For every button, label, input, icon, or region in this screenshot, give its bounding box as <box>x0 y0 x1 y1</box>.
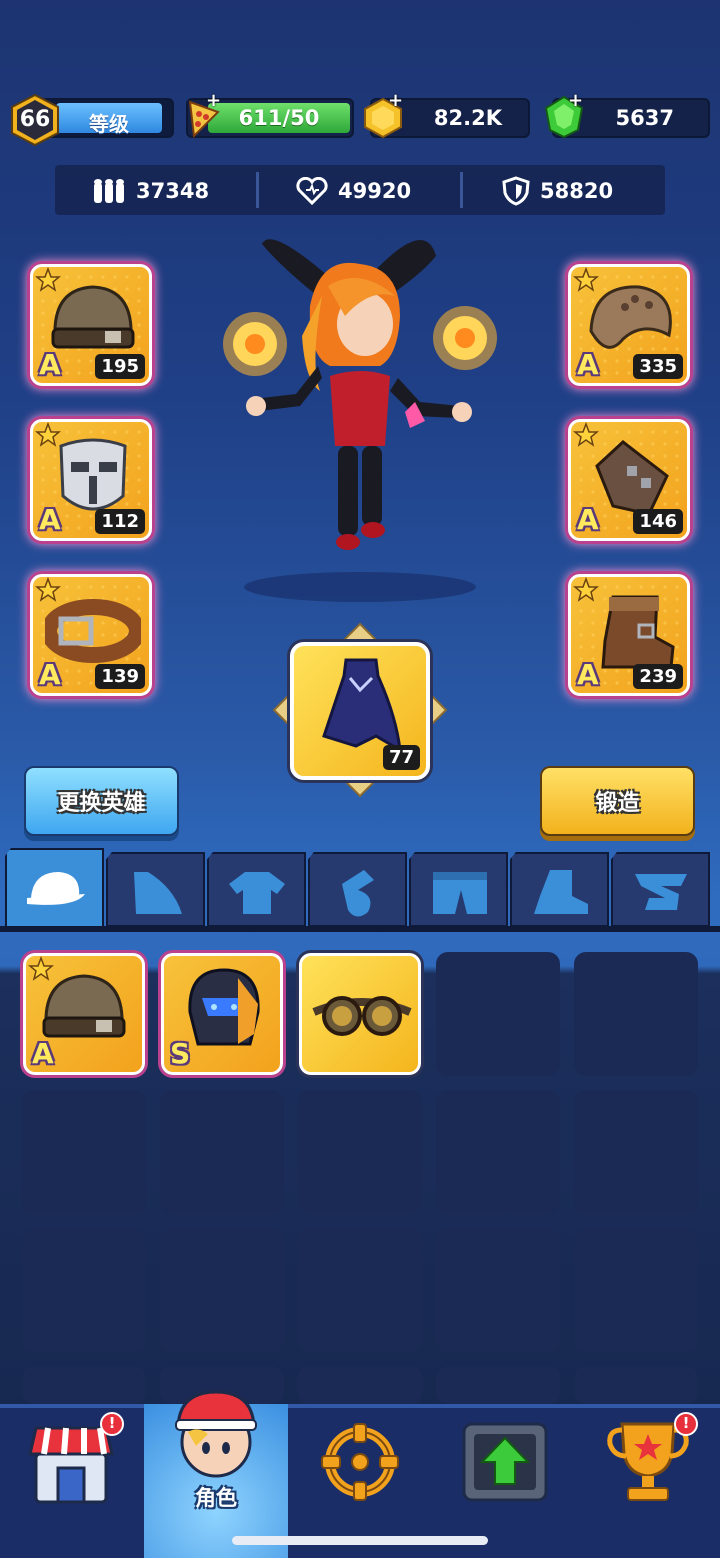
shirt-icon <box>229 872 285 914</box>
inventory-slot-empty[interactable] <box>436 1090 560 1214</box>
gems-value: 5637 <box>615 106 674 130</box>
tab-gloves[interactable] <box>308 852 407 927</box>
item-level: 139 <box>95 664 145 689</box>
inventory-slot-empty[interactable] <box>22 1366 146 1404</box>
goggles-icon <box>312 996 412 1036</box>
upgrade-icon[interactable] <box>460 1418 550 1506</box>
grade-label: A <box>39 348 61 381</box>
inventory-slot-empty[interactable] <box>298 1366 422 1404</box>
inventory-slot-empty[interactable] <box>436 1228 560 1352</box>
equip-slot-shoulder[interactable]: A 335 <box>568 264 690 386</box>
cape-icon <box>322 658 402 753</box>
inventory-item-robot-helmet[interactable]: S <box>161 953 283 1075</box>
inventory-slot-empty[interactable] <box>574 1228 698 1352</box>
grade-label: S <box>170 1037 191 1070</box>
attack-stat: 37348 <box>92 176 209 206</box>
cape-icon <box>134 872 182 914</box>
health-value: 49920 <box>338 179 412 203</box>
tabs-divider <box>0 926 720 932</box>
inventory-slot-empty[interactable] <box>22 1228 146 1352</box>
grade-label: A <box>39 503 61 536</box>
equip-slot-boots[interactable]: A 239 <box>568 574 690 696</box>
star-icon <box>35 267 61 292</box>
inventory-slot-empty[interactable] <box>22 1090 146 1214</box>
item-level: 146 <box>633 509 683 534</box>
grade-label: A <box>577 503 599 536</box>
attack-value: 37348 <box>136 179 210 203</box>
grade-label: A <box>577 348 599 381</box>
coins-value: 82.2K <box>433 106 502 130</box>
defense-value: 58820 <box>540 179 614 203</box>
robot-helmet-icon <box>188 968 260 1046</box>
tab-hat[interactable] <box>5 848 104 928</box>
item-level: 239 <box>633 664 683 689</box>
hat-icon <box>27 872 85 905</box>
add-gems-icon[interactable]: + <box>568 90 583 111</box>
grade-label: A <box>577 658 599 691</box>
health-stat: 49920 <box>296 176 411 206</box>
crosshair-icon[interactable] <box>318 1420 402 1504</box>
inventory-slot-empty[interactable] <box>436 1366 560 1404</box>
item-level: 77 <box>382 745 420 770</box>
shop-alert-badge: ! <box>100 1412 124 1436</box>
forge-button[interactable]: 锻造 <box>540 766 695 836</box>
equip-slot-gloves[interactable]: A 146 <box>568 419 690 541</box>
inventory-slot-empty[interactable] <box>160 1090 284 1214</box>
tab-belt[interactable] <box>611 852 710 927</box>
item-level: 112 <box>95 509 145 534</box>
level-label: 等级 <box>89 112 129 136</box>
equip-slot-mask[interactable]: A 112 <box>30 419 152 541</box>
tab-shirt[interactable] <box>207 852 306 927</box>
hero-shadow <box>244 572 476 602</box>
inventory-slot-empty[interactable] <box>160 1228 284 1352</box>
home-indicator[interactable] <box>232 1536 488 1545</box>
equip-slot-cape[interactable]: 77 <box>290 642 430 780</box>
nav-character-label: 角色 <box>195 1486 237 1510</box>
boot-icon <box>534 870 588 914</box>
add-coins-icon[interactable]: + <box>388 90 403 111</box>
shield-icon <box>502 176 530 206</box>
energy-value: 611/50 <box>238 106 320 130</box>
character-avatar-icon[interactable] <box>168 1386 264 1480</box>
tab-boots[interactable] <box>510 852 609 927</box>
star-icon <box>573 422 599 447</box>
tab-cape[interactable] <box>106 852 205 927</box>
star-icon <box>35 577 61 602</box>
belt-icon <box>635 874 687 910</box>
ammo-icon <box>94 179 124 203</box>
inventory-slot-empty[interactable] <box>574 952 698 1076</box>
star-icon <box>28 956 54 981</box>
level-number: 66 <box>19 107 51 132</box>
pants-icon <box>433 872 487 914</box>
level-badge: 66 <box>8 93 62 147</box>
defense-stat: 58820 <box>502 176 613 206</box>
add-energy-icon[interactable]: + <box>206 90 221 111</box>
star-icon <box>573 577 599 602</box>
inventory-slot-empty[interactable] <box>436 952 560 1076</box>
stat-divider <box>460 172 463 208</box>
equip-slot-helmet[interactable]: A 195 <box>30 264 152 386</box>
inventory-item-goggles[interactable] <box>299 953 421 1075</box>
star-icon <box>573 267 599 292</box>
grade-label: A <box>32 1037 54 1070</box>
inventory-item-helmet[interactable]: A <box>23 953 145 1075</box>
change-hero-button[interactable]: 更换英雄 <box>24 766 179 836</box>
stat-divider <box>256 172 259 208</box>
item-level: 195 <box>95 354 145 379</box>
star-icon <box>35 422 61 447</box>
item-level: 335 <box>633 354 683 379</box>
trophy-alert-badge: ! <box>674 1412 698 1436</box>
hero-character[interactable] <box>210 216 510 566</box>
grade-label: A <box>39 658 61 691</box>
inventory-slot-empty[interactable] <box>574 1366 698 1404</box>
glove-icon <box>342 870 374 917</box>
tab-pants[interactable] <box>409 852 508 927</box>
inventory-slot-empty[interactable] <box>574 1090 698 1214</box>
equip-slot-belt[interactable]: A 139 <box>30 574 152 696</box>
inventory-slot-empty[interactable] <box>298 1228 422 1352</box>
heart-icon <box>296 177 328 205</box>
inventory-slot-empty[interactable] <box>298 1090 422 1214</box>
